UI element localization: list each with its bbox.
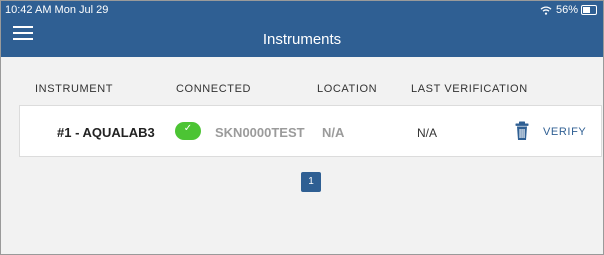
instrument-last-verification: N/A — [417, 126, 438, 140]
status-right: 56% — [540, 4, 597, 16]
instrument-row: #1 - AQUALAB3 ✓ SKN0000TEST N/A N/A VERI… — [19, 105, 602, 157]
column-header-last-verification: LAST VERIFICATION — [411, 83, 528, 95]
trash-icon[interactable] — [515, 121, 529, 141]
check-icon: ✓ — [183, 123, 193, 134]
column-header-connected: CONNECTED — [176, 83, 252, 95]
connected-toggle[interactable]: ✓ — [175, 122, 201, 140]
top-bar: 10:42 AM Mon Jul 29 56% Instruments — [1, 1, 603, 57]
instrument-name: #1 - AQUALAB3 — [57, 125, 155, 140]
page-title: Instruments — [262, 31, 342, 48]
wifi-icon — [540, 5, 552, 15]
status-bar: 10:42 AM Mon Jul 29 56% — [1, 1, 603, 18]
status-time: 10:42 AM Mon Jul 29 — [5, 4, 109, 16]
verify-button[interactable]: VERIFY — [543, 126, 586, 138]
column-header-instrument: INSTRUMENT — [35, 83, 114, 95]
page-button-1[interactable]: 1 — [301, 172, 321, 192]
app-frame: 10:42 AM Mon Jul 29 56% Instruments INST… — [0, 0, 604, 255]
battery-icon — [581, 5, 597, 15]
instrument-location: N/A — [322, 125, 345, 140]
battery-percent: 56% — [555, 4, 578, 16]
instrument-serial: SKN0000TEST — [215, 125, 305, 140]
column-header-location: LOCATION — [317, 83, 378, 95]
